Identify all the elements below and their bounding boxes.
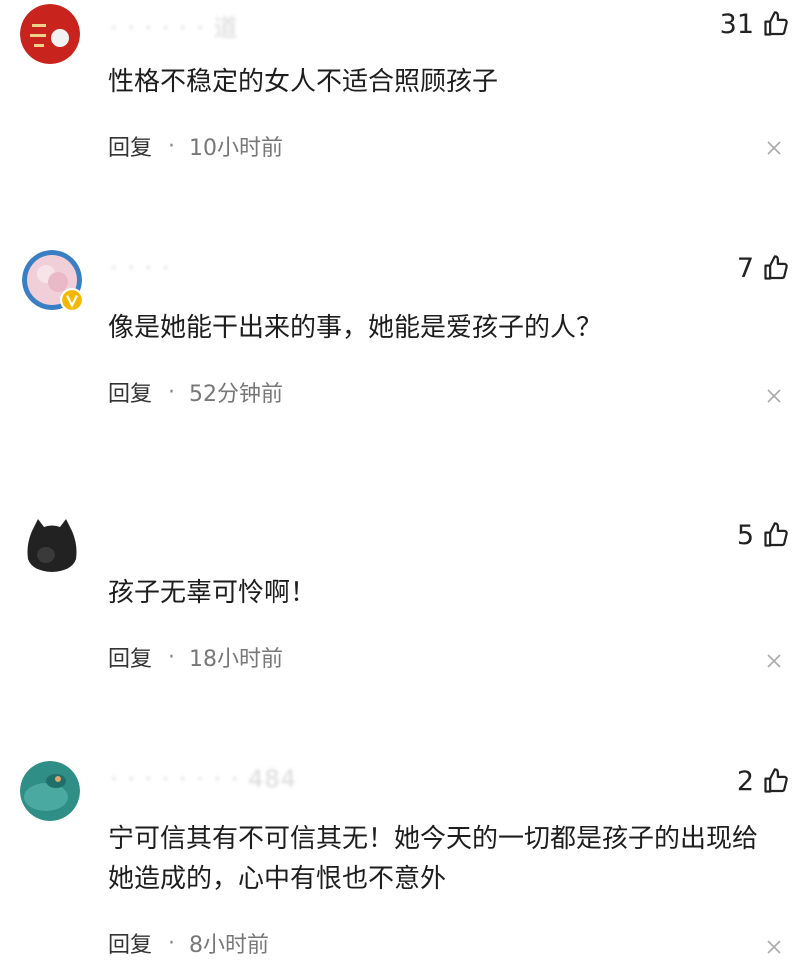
avatar[interactable]: [20, 761, 80, 821]
comment-text: 像是她能干出来的事，她能是爱孩子的人？: [108, 313, 603, 343]
dismiss-button[interactable]: [764, 937, 784, 957]
avatar-image: [20, 4, 80, 64]
comment-text: 性格不稳定的女人不适合照顾孩子: [108, 67, 499, 97]
separator-dot: ·: [168, 644, 176, 670]
username[interactable]: · · · · · · · · 484: [110, 765, 297, 793]
close-icon: [767, 389, 781, 403]
avatar[interactable]: [22, 250, 84, 312]
dismiss-button[interactable]: [764, 651, 784, 671]
comment-meta: 回复 · 8小时前: [108, 927, 269, 959]
verified-badge-icon: [60, 288, 84, 312]
comment-item: 5 孩子无辜可怜啊！ 回复 · 18小时前: [0, 505, 800, 745]
comment-item: · · · · · · · · 484 2 宁可信其有不可信其无！她今天的一切都…: [0, 755, 800, 978]
close-icon: [767, 940, 781, 954]
like-button[interactable]: 31: [720, 4, 790, 44]
like-button[interactable]: 2: [737, 761, 790, 801]
separator-dot: ·: [168, 133, 176, 159]
separator-dot: ·: [168, 930, 176, 956]
comment-meta: 回复 · 10小时前: [108, 130, 283, 162]
reply-button[interactable]: 回复: [108, 641, 152, 673]
reply-button[interactable]: 回复: [108, 927, 152, 959]
reply-button[interactable]: 回复: [108, 376, 152, 408]
username[interactable]: · · · ·: [110, 254, 170, 282]
timestamp: 10小时前: [189, 136, 284, 161]
comment-item: · · · · 7 像是她能干出来的事，她能是爱孩子的人？ 回复 · 52分钟前: [0, 240, 800, 480]
thumbs-up-icon: [764, 255, 788, 280]
comment-text: 宁可信其有不可信其无！她今天的一切都是孩子的出现给她造成的，心中有恨也不意外: [108, 824, 759, 894]
timestamp: 8小时前: [189, 933, 270, 958]
thumbs-up-icon: [764, 768, 788, 793]
dismiss-button[interactable]: [764, 138, 784, 158]
thumbs-up-icon: [764, 11, 788, 36]
avatar-image: [27, 519, 77, 572]
username[interactable]: · · · · · · 道: [110, 8, 239, 43]
like-count: 31: [719, 8, 754, 40]
comment-meta: 回复 · 52分钟前: [108, 376, 283, 408]
avatar[interactable]: [22, 513, 82, 573]
comment-item: · · · · · · 道 31 性格不稳定的女人不适合照顾孩子 回复 · 10…: [0, 0, 800, 230]
avatar[interactable]: [20, 4, 80, 64]
comment-text: 孩子无辜可怜啊！: [108, 578, 317, 608]
like-count: 5: [736, 519, 754, 551]
like-button[interactable]: 5: [737, 515, 790, 555]
timestamp: 18小时前: [189, 647, 284, 672]
timestamp: 52分钟前: [189, 382, 284, 407]
avatar-image: [20, 761, 80, 821]
like-count: 2: [736, 765, 754, 797]
like-button[interactable]: 7: [737, 248, 790, 288]
thumbs-up-icon: [764, 522, 788, 547]
reply-button[interactable]: 回复: [108, 130, 152, 162]
separator-dot: ·: [168, 379, 176, 405]
close-icon: [767, 654, 781, 668]
comment-meta: 回复 · 18小时前: [108, 641, 283, 673]
like-count: 7: [736, 252, 754, 284]
dismiss-button[interactable]: [764, 386, 784, 406]
close-icon: [767, 141, 781, 155]
